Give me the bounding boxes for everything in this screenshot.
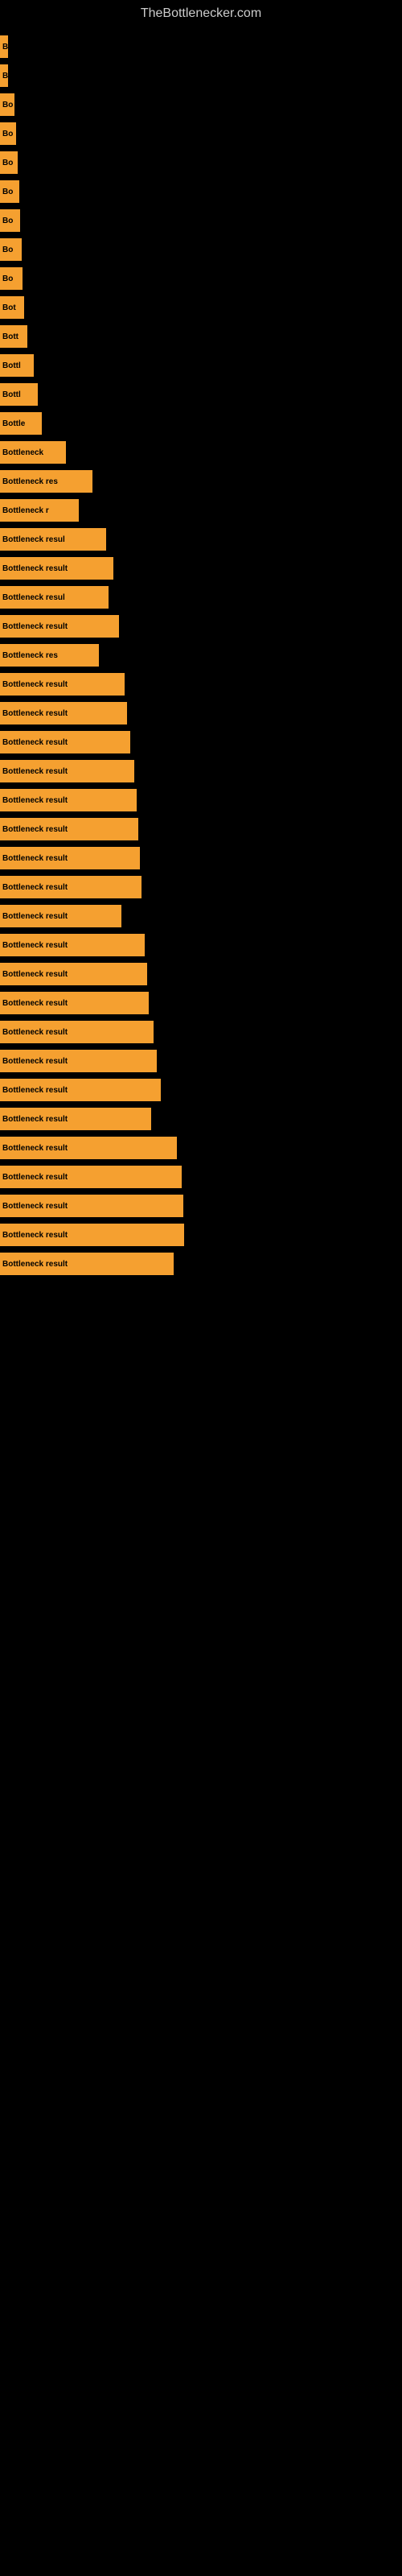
bar-row-17: Bottleneck r — [0, 496, 402, 525]
bar-row-13: Bottl — [0, 380, 402, 409]
bar-row-32: Bottleneck result — [0, 931, 402, 960]
bar-label-32: Bottleneck result — [2, 941, 68, 950]
bar-row-3: Bo — [0, 90, 402, 119]
bar-row-22: Bottleneck res — [0, 641, 402, 670]
bar-row-23: Bottleneck result — [0, 670, 402, 699]
bars-container: B B Bo Bo Bo Bo Bo Bo Bo Bot Bott Bottl Bottl Bottle B… — [0, 24, 402, 1278]
bar-row-12: Bottl — [0, 351, 402, 380]
bar-row-26: Bottleneck result — [0, 757, 402, 786]
bar-label-24: Bottleneck result — [2, 709, 68, 718]
bar-label-34: Bottleneck result — [2, 999, 68, 1008]
bar-row-35: Bottleneck result — [0, 1018, 402, 1046]
bar-row-31: Bottleneck result — [0, 902, 402, 931]
bar-row-36: Bottleneck result — [0, 1046, 402, 1075]
bar-row-29: Bottleneck result — [0, 844, 402, 873]
bar-label-42: Bottleneck result — [2, 1231, 68, 1240]
bar-row-24: Bottleneck result — [0, 699, 402, 728]
bar-label-26: Bottleneck result — [2, 767, 68, 776]
site-title: TheBottlenecker.com — [0, 0, 402, 24]
bar-row-33: Bottleneck result — [0, 960, 402, 989]
bar-row-20: Bottleneck resul — [0, 583, 402, 612]
bar-label-4: Bo — [2, 130, 13, 138]
bar-row-37: Bottleneck result — [0, 1075, 402, 1104]
bar-row-18: Bottleneck resul — [0, 525, 402, 554]
bar-label-20: Bottleneck resul — [2, 593, 65, 602]
bar-label-27: Bottleneck result — [2, 796, 68, 805]
bar-label-2: B — [2, 72, 8, 80]
bar-label-5: Bo — [2, 159, 13, 167]
bar-label-3: Bo — [2, 101, 13, 109]
bar-label-31: Bottleneck result — [2, 912, 68, 921]
bar-label-40: Bottleneck result — [2, 1173, 68, 1182]
bar-row-19: Bottleneck result — [0, 554, 402, 583]
bar-row-21: Bottleneck result — [0, 612, 402, 641]
bar-row-43: Bottleneck result — [0, 1249, 402, 1278]
bar-row-28: Bottleneck result — [0, 815, 402, 844]
bar-row-11: Bott — [0, 322, 402, 351]
bar-label-1: B — [2, 43, 8, 52]
bar-label-14: Bottle — [2, 419, 25, 428]
bar-label-8: Bo — [2, 246, 13, 254]
bar-label-37: Bottleneck result — [2, 1086, 68, 1095]
bar-row-16: Bottleneck res — [0, 467, 402, 496]
bar-row-4: Bo — [0, 119, 402, 148]
bar-label-38: Bottleneck result — [2, 1115, 68, 1124]
bar-label-12: Bottl — [2, 361, 21, 370]
bar-label-21: Bottleneck result — [2, 622, 68, 631]
bar-row-39: Bottleneck result — [0, 1133, 402, 1162]
bar-row-42: Bottleneck result — [0, 1220, 402, 1249]
bar-label-13: Bottl — [2, 390, 21, 399]
bar-label-35: Bottleneck result — [2, 1028, 68, 1037]
bar-row-15: Bottleneck — [0, 438, 402, 467]
bar-label-23: Bottleneck result — [2, 680, 68, 689]
bar-label-11: Bott — [2, 332, 18, 341]
bar-label-22: Bottleneck res — [2, 651, 58, 660]
bar-row-8: Bo — [0, 235, 402, 264]
bar-row-6: Bo — [0, 177, 402, 206]
bar-label-33: Bottleneck result — [2, 970, 68, 979]
bar-row-27: Bottleneck result — [0, 786, 402, 815]
bar-label-25: Bottleneck result — [2, 738, 68, 747]
bar-row-7: Bo — [0, 206, 402, 235]
bar-row-2: B — [0, 61, 402, 90]
bar-row-9: Bo — [0, 264, 402, 293]
bar-label-43: Bottleneck result — [2, 1260, 68, 1269]
bar-label-18: Bottleneck resul — [2, 535, 65, 544]
bar-label-28: Bottleneck result — [2, 825, 68, 834]
bar-row-34: Bottleneck result — [0, 989, 402, 1018]
bar-row-1: B — [0, 32, 402, 61]
bar-label-10: Bot — [2, 303, 16, 312]
bar-row-14: Bottle — [0, 409, 402, 438]
bar-row-41: Bottleneck result — [0, 1191, 402, 1220]
bar-label-19: Bottleneck result — [2, 564, 68, 573]
bar-row-5: Bo — [0, 148, 402, 177]
bar-label-41: Bottleneck result — [2, 1202, 68, 1211]
bar-label-15: Bottleneck — [2, 448, 43, 457]
bar-label-17: Bottleneck r — [2, 506, 49, 515]
bar-label-16: Bottleneck res — [2, 477, 58, 486]
bar-label-9: Bo — [2, 275, 13, 283]
bar-row-38: Bottleneck result — [0, 1104, 402, 1133]
bar-row-10: Bot — [0, 293, 402, 322]
bar-label-36: Bottleneck result — [2, 1057, 68, 1066]
bar-label-30: Bottleneck result — [2, 883, 68, 892]
bar-row-25: Bottleneck result — [0, 728, 402, 757]
bar-row-30: Bottleneck result — [0, 873, 402, 902]
bar-label-6: Bo — [2, 188, 13, 196]
bar-label-39: Bottleneck result — [2, 1144, 68, 1153]
bar-row-40: Bottleneck result — [0, 1162, 402, 1191]
bar-label-29: Bottleneck result — [2, 854, 68, 863]
bar-label-7: Bo — [2, 217, 13, 225]
